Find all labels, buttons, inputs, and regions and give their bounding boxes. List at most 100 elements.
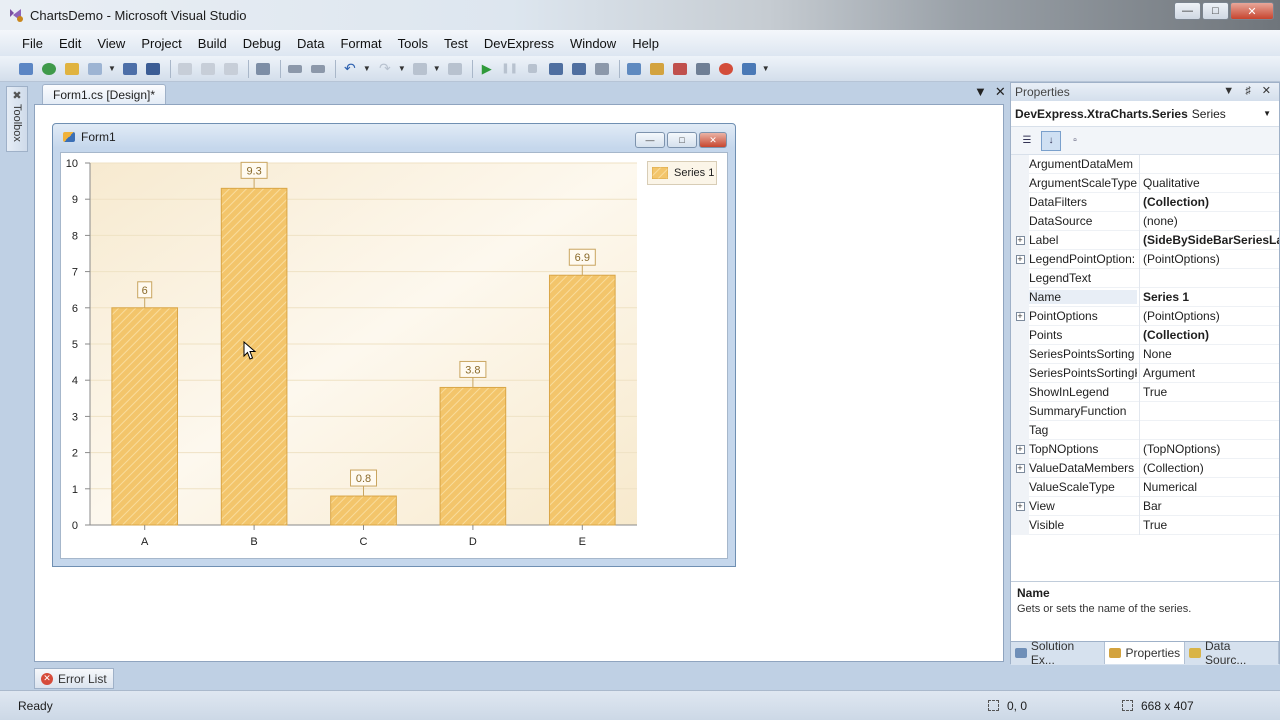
- overflow-icon[interactable]: ▼: [762, 64, 770, 73]
- menu-data[interactable]: Data: [289, 36, 332, 51]
- document-dropdown-icon[interactable]: ▼: [974, 84, 987, 100]
- expand-icon[interactable]: +: [1011, 496, 1029, 516]
- bar-chart[interactable]: 0 1 2 3 4 5 6 7 8 9 10 A 6 B 9.3 C 0.8 D 3.8 E 6.9: [61, 153, 729, 560]
- expand-icon[interactable]: +: [1011, 230, 1029, 250]
- object-selector-dropdown-icon[interactable]: ▼: [1263, 109, 1271, 118]
- property-value[interactable]: True: [1143, 518, 1279, 532]
- property-row[interactable]: + ValueDataMembers (Collection): [1011, 458, 1279, 478]
- object-browser-icon[interactable]: [670, 59, 690, 79]
- redo-icon[interactable]: ↷: [375, 59, 395, 79]
- tab-form1-design[interactable]: Form1.cs [Design]*: [42, 84, 167, 104]
- save-icon[interactable]: [120, 59, 140, 79]
- navigate-back-dropdown-icon[interactable]: ▼: [433, 64, 441, 73]
- comment-icon[interactable]: [285, 59, 305, 79]
- expand-icon[interactable]: +: [1011, 458, 1029, 478]
- property-row[interactable]: + TopNOptions (TopNOptions): [1011, 439, 1279, 459]
- step-into-icon[interactable]: [546, 59, 566, 79]
- close-button[interactable]: ✕: [1230, 2, 1274, 20]
- copy-icon[interactable]: [198, 59, 218, 79]
- pin-icon[interactable]: ♯: [1245, 85, 1251, 97]
- menu-devexpress[interactable]: DevExpress: [476, 36, 562, 51]
- property-value[interactable]: (PointOptions): [1143, 309, 1279, 323]
- object-selector[interactable]: DevExpress.XtraCharts.Series Series ▼: [1011, 101, 1279, 127]
- save-all-icon[interactable]: [143, 59, 163, 79]
- toolbox-icon[interactable]: [693, 59, 713, 79]
- property-row[interactable]: + Label (SideBySideBarSeriesLa: [1011, 230, 1279, 250]
- navigate-forward-icon[interactable]: [445, 59, 465, 79]
- property-row[interactable]: Visible True: [1011, 515, 1279, 535]
- add-item-dropdown-icon[interactable]: ▼: [108, 64, 116, 73]
- property-row[interactable]: Tag: [1011, 420, 1279, 440]
- pause-icon[interactable]: ❚❚: [500, 59, 520, 79]
- property-row[interactable]: ValueScaleType Numerical: [1011, 477, 1279, 497]
- find-icon[interactable]: [253, 59, 273, 79]
- property-value[interactable]: (Collection): [1143, 461, 1279, 475]
- toolbox-strip[interactable]: ✖ Toolbox: [6, 86, 28, 152]
- property-value[interactable]: None: [1143, 347, 1279, 361]
- property-value[interactable]: (Collection): [1143, 328, 1279, 342]
- menu-window[interactable]: Window: [562, 36, 624, 51]
- property-row[interactable]: DataFilters (Collection): [1011, 192, 1279, 212]
- property-value[interactable]: (PointOptions): [1143, 252, 1279, 266]
- property-value[interactable]: Bar: [1143, 499, 1279, 513]
- navigate-back-icon[interactable]: [410, 59, 430, 79]
- panel-dropdown-icon[interactable]: ▼: [1223, 85, 1234, 97]
- designer-surface[interactable]: Form1 — □ ✕ 0123456 7 8 9 10 A 6 B 9.3 C…: [34, 104, 1004, 662]
- categorized-icon[interactable]: ☰: [1017, 131, 1037, 151]
- menu-edit[interactable]: Edit: [51, 36, 89, 51]
- panel-close-icon[interactable]: ✕: [1262, 85, 1271, 97]
- property-value[interactable]: (TopNOptions): [1143, 442, 1279, 456]
- menu-tools[interactable]: Tools: [390, 36, 436, 51]
- undo-dropdown-icon[interactable]: ▼: [363, 64, 371, 73]
- alphabetical-icon[interactable]: ↓: [1041, 130, 1061, 151]
- property-row[interactable]: ShowInLegend True: [1011, 382, 1279, 402]
- menu-file[interactable]: File: [14, 36, 51, 51]
- property-value[interactable]: Series 1: [1143, 290, 1279, 304]
- add-item-icon[interactable]: [39, 59, 59, 79]
- property-row[interactable]: + View Bar: [1011, 496, 1279, 516]
- properties-icon[interactable]: [647, 59, 667, 79]
- property-row[interactable]: DataSource (none): [1011, 211, 1279, 231]
- solution-explorer-icon[interactable]: [624, 59, 644, 79]
- menu-debug[interactable]: Debug: [235, 36, 289, 51]
- menu-build[interactable]: Build: [190, 36, 235, 51]
- redo-dropdown-icon[interactable]: ▼: [398, 64, 406, 73]
- form1-window[interactable]: Form1 — □ ✕ 0123456 7 8 9 10 A 6 B 9.3 C…: [52, 123, 736, 567]
- property-row[interactable]: SeriesPointsSorting None: [1011, 344, 1279, 364]
- expand-icon[interactable]: +: [1011, 249, 1029, 269]
- open-file-icon[interactable]: [62, 59, 82, 79]
- error-list-icon[interactable]: [716, 59, 736, 79]
- step-over-icon[interactable]: [569, 59, 589, 79]
- property-value[interactable]: True: [1143, 385, 1279, 399]
- tab-solution-explorer[interactable]: Solution Ex...: [1011, 639, 1106, 667]
- property-value[interactable]: (SideBySideBarSeriesLa: [1143, 233, 1279, 247]
- property-row[interactable]: SeriesPointsSortingK Argument: [1011, 363, 1279, 383]
- step-out-icon[interactable]: [592, 59, 612, 79]
- property-value[interactable]: (none): [1143, 214, 1279, 228]
- menu-project[interactable]: Project: [133, 36, 189, 51]
- undo-icon[interactable]: ↶: [340, 59, 360, 79]
- maximize-button[interactable]: □: [1202, 2, 1229, 20]
- property-row[interactable]: Points (Collection): [1011, 325, 1279, 345]
- add-new-item-icon[interactable]: [85, 59, 105, 79]
- menu-format[interactable]: Format: [332, 36, 389, 51]
- minimize-button[interactable]: —: [1174, 2, 1201, 20]
- property-row[interactable]: LegendText: [1011, 268, 1279, 288]
- chart-control[interactable]: 0 1 2 3 4 5 6 7 8 9 10 A 6 B 9.3 C 0.8 D 3.8 E 6.9 Series 1: [60, 152, 728, 559]
- property-value[interactable]: (Collection): [1143, 195, 1279, 209]
- uncomment-icon[interactable]: [308, 59, 328, 79]
- property-row[interactable]: + LegendPointOption: (PointOptions): [1011, 249, 1279, 269]
- property-value[interactable]: Qualitative: [1143, 176, 1279, 190]
- paste-icon[interactable]: [221, 59, 241, 79]
- expand-icon[interactable]: +: [1011, 306, 1029, 326]
- document-close-icon[interactable]: ✕: [995, 84, 1006, 100]
- menu-test[interactable]: Test: [436, 36, 476, 51]
- property-row[interactable]: + PointOptions (PointOptions): [1011, 306, 1279, 326]
- property-value[interactable]: Numerical: [1143, 480, 1279, 494]
- stop-icon[interactable]: [523, 59, 543, 79]
- property-pages-icon[interactable]: ▫: [1065, 131, 1085, 151]
- property-row[interactable]: ArgumentDataMem: [1011, 154, 1279, 174]
- new-project-icon[interactable]: [16, 59, 36, 79]
- tab-error-list[interactable]: ✕ Error List: [34, 668, 114, 689]
- form-maximize-button[interactable]: □: [667, 132, 697, 148]
